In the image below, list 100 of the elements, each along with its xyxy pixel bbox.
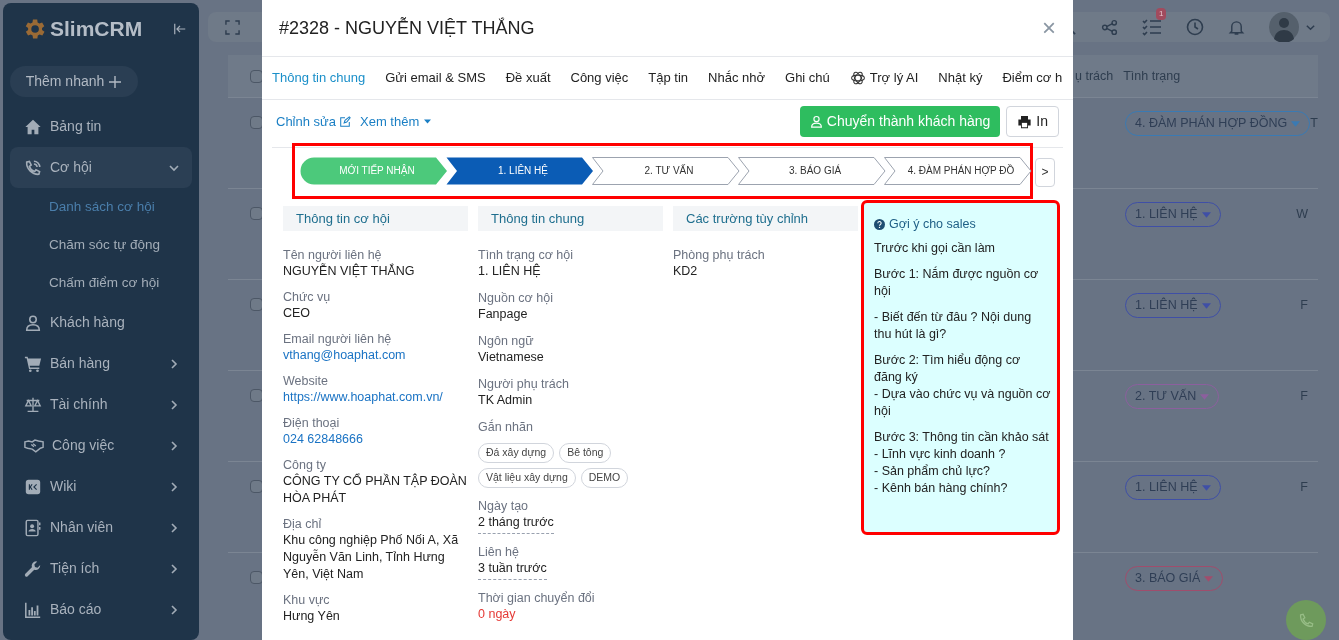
submenu-item[interactable]: Chăm sóc tự động	[3, 226, 199, 264]
field-value: CEO	[283, 305, 312, 322]
field-value: 3 tuần trước	[478, 560, 547, 580]
table-cell-text: F	[1300, 388, 1308, 405]
handshake-icon	[24, 437, 44, 454]
field-link[interactable]: 024 62848666	[283, 431, 468, 448]
caret-icon	[1204, 575, 1214, 582]
hint-text: Bước 3: Thông tin cần khảo sát	[874, 428, 1050, 446]
sidebar-item[interactable]: Tiện ích	[10, 548, 192, 589]
field-label: Nguồn cơ hội	[478, 290, 554, 306]
field-value: 1. LIÊN HỆ	[478, 263, 542, 280]
column-header: ụ trách	[1075, 67, 1114, 85]
field-value: CÔNG TY CỔ PHẦN TẬP ĐOÀN HÒA PHÁT	[283, 473, 468, 507]
hint-text: Trước khi gọi cần làm	[874, 239, 996, 257]
sidebar-item[interactable]: Tài chính	[10, 384, 192, 425]
tab[interactable]: Thông tin chung	[272, 68, 366, 88]
help-icon	[874, 218, 885, 230]
next-stage-button[interactable]: >	[1035, 157, 1055, 187]
avatar-icon[interactable]	[1269, 12, 1299, 42]
caret-icon	[1201, 484, 1211, 491]
field-label: Thời gian chuyển đổi	[478, 590, 596, 606]
column-header: Tình trạng	[1123, 67, 1181, 85]
tab[interactable]: Đề xuất	[505, 68, 551, 88]
field-label: Phòng phụ trách	[673, 247, 766, 263]
square-icon	[24, 477, 42, 496]
tab[interactable]: Ghi chú	[785, 68, 830, 88]
scale-icon	[24, 395, 42, 414]
sidebar-item[interactable]: Nhân viên	[10, 507, 192, 548]
tab[interactable]: Gửi email & SMS	[385, 68, 486, 88]
bell-icon[interactable]	[1228, 18, 1245, 36]
sidebar-item[interactable]: Công việc	[10, 425, 192, 466]
field-link[interactable]: https://www.hoaphat.com.vn/	[283, 389, 468, 406]
sidebar-item[interactable]: Cơ hội	[10, 147, 192, 188]
sidebar-item[interactable]: Bảng tin	[10, 106, 192, 147]
more-dropdown[interactable]: Xem thêm	[360, 111, 432, 132]
sidebar-item[interactable]: Khách hàng	[10, 302, 192, 343]
section-header: Thông tin cơ hội	[283, 206, 468, 231]
section-header: Thông tin chung	[478, 206, 663, 231]
field-value: Hưng Yên	[283, 608, 341, 625]
table-cell-text: W	[1296, 206, 1308, 223]
field-label: Chức vụ	[283, 289, 332, 305]
sidebar-item[interactable]: Báo cáo	[10, 589, 192, 630]
submenu-item[interactable]: Chấm điểm cơ hội	[3, 264, 199, 302]
clock-icon[interactable]	[1186, 18, 1204, 36]
tab[interactable]: Tập tin	[648, 68, 689, 88]
caret-icon	[1291, 120, 1301, 127]
field-value: TK Admin	[478, 392, 534, 409]
quick-add-button[interactable]: Thêm nhanh	[10, 66, 138, 97]
field-value: 0 ngày	[478, 606, 517, 623]
field-label: Địa chỉ	[283, 516, 323, 532]
bar-chart-icon	[24, 600, 42, 619]
knot-icon	[849, 70, 866, 86]
share-icon[interactable]	[1101, 18, 1118, 36]
hint-text: - Dựa vào chức vụ và nguồn cơ hội	[874, 385, 1051, 420]
hint-text: - Lĩnh vực kinh doanh ?	[874, 445, 1007, 463]
notification-badge: 1	[1156, 8, 1167, 20]
tab[interactable]: Công việc	[570, 68, 629, 88]
tab[interactable]: Nhật ký	[938, 68, 983, 88]
cart-icon	[24, 354, 42, 373]
home-icon	[24, 117, 42, 136]
pipeline-stage[interactable]: 1. LIÊN HỆ	[446, 156, 594, 185]
collapse-sidebar-icon[interactable]	[173, 22, 187, 36]
tab[interactable]: Nhắc nhở	[708, 68, 765, 88]
caret-icon	[424, 119, 432, 124]
caret-icon	[1201, 211, 1211, 218]
field-label: Khu vực	[283, 592, 331, 608]
sidebar-item[interactable]: Wiki	[10, 466, 192, 507]
field-label: Email người liên hệ	[283, 331, 393, 347]
field-value: NGUYỄN VIỆT THẮNG	[283, 263, 416, 280]
pipeline-stage[interactable]: 2. TƯ VẤN	[592, 156, 740, 185]
field-label: Điện thoại	[283, 415, 341, 431]
field-label: Ngày tạo	[478, 498, 530, 514]
field-label: Người phụ trách	[478, 376, 570, 392]
hint-title: Gợi ý cho sales	[889, 216, 976, 233]
table-cell-text: T	[1310, 115, 1318, 132]
field-link[interactable]: vthang@hoaphat.com	[283, 347, 468, 364]
pipeline-stage[interactable]: 3. BÁO GIÁ	[738, 156, 886, 185]
field-value: Vietnamese	[478, 349, 545, 366]
field-label: Liên hệ	[478, 544, 520, 560]
field-label: Ngôn ngữ	[478, 333, 535, 349]
edit-icon	[339, 115, 351, 128]
tab[interactable]: Điểm cơ h	[1002, 68, 1063, 88]
hint-text: - Sản phẩm chủ lực?	[874, 462, 992, 480]
sidebar-item[interactable]: Bán hàng	[10, 343, 192, 384]
pipeline-stage[interactable]: 4. ĐÀM PHÁN HỢP ĐỒ	[884, 156, 1032, 185]
wrench-icon	[24, 559, 42, 578]
checklist-icon[interactable]	[1142, 18, 1162, 36]
hint-text: - Kênh bán hàng chính?	[874, 479, 1009, 497]
print-button[interactable]: In	[1006, 106, 1059, 137]
caret-icon	[1200, 393, 1210, 400]
user-icon	[809, 115, 823, 128]
hint-text: Bước 2: Tìm hiểu động cơ đăng ký	[874, 351, 1022, 386]
field-label: Gắn nhãn	[478, 419, 534, 435]
edit-link[interactable]: Chỉnh sửa	[276, 111, 351, 132]
tab[interactable]: Trợ lý AI	[849, 68, 919, 88]
hint-text: Bước 1: Nắm được nguồn cơ hội	[874, 265, 1040, 300]
field-label: Công ty	[283, 457, 328, 473]
field-value: 2 tháng trước	[478, 514, 554, 534]
field-value: Khu công nghiệp Phố Nối A, Xã Nguyễn Văn Linh, Tỉnh Hưng Yên, Việt Nam	[283, 532, 460, 583]
printer-icon	[1017, 114, 1033, 129]
